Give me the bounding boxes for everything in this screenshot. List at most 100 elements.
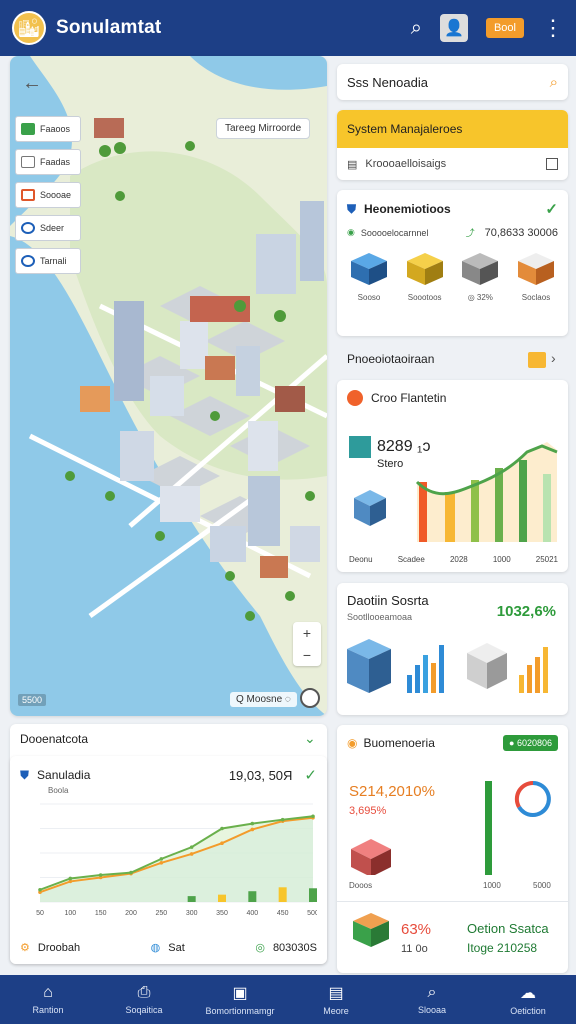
search-bar[interactable]: Sss Nenoadia ⌕ — [337, 64, 568, 100]
rec-item[interactable]: Soootoos — [403, 251, 447, 302]
chart-bar — [309, 888, 317, 902]
chevron-down-icon[interactable]: ⌄ — [304, 730, 316, 747]
header-pill[interactable]: Bool — [485, 18, 524, 38]
legend-item[interactable]: Faaoos — [15, 116, 81, 142]
house-icon — [467, 643, 507, 689]
economy-header: ◉ Buomenoeria ● 6020806 — [347, 735, 558, 751]
document-icon: ⎙ — [137, 984, 151, 1001]
economy-badge[interactable]: ● 6020806 — [503, 735, 558, 751]
legend-item[interactable]: Soooae — [15, 182, 81, 208]
trend-icon: ⤴ — [465, 228, 475, 238]
economy-label-1: Dooos — [349, 881, 373, 890]
economy-label-3: 5000 — [533, 881, 551, 890]
population-header: ⛊ Sanuladia 19,03, 50Я ✓ — [20, 766, 317, 784]
building-icon — [21, 156, 35, 168]
nav-item-more[interactable]: ▤ Meore — [294, 983, 378, 1016]
zoom-in-icon[interactable]: + — [303, 625, 311, 641]
check-icon[interactable]: ✓ — [304, 766, 317, 784]
population-chart: 50 100 150 200 250 300 350 400 450 500 — [36, 803, 317, 917]
map-location-label[interactable]: Q Moosne ◌ — [230, 692, 297, 707]
growth-axis-label: Deonu — [349, 555, 373, 564]
nav-item-management[interactable]: ▣ Bomortionmamgr — [198, 983, 282, 1016]
economy-graphics — [351, 780, 551, 875]
rec-item-label: Soootoos — [407, 293, 442, 302]
toggle-icon[interactable]: ◎ — [255, 941, 265, 954]
nav-item-stats[interactable]: ⎙ Soqaitica — [102, 984, 186, 1015]
zoom-controls: + − — [293, 622, 321, 666]
search-icon[interactable]: ⌕ — [550, 74, 558, 91]
divider — [337, 901, 568, 902]
x-tick-label: 200 — [125, 910, 137, 917]
chart-bar — [218, 894, 226, 902]
x-tick-label: 300 — [186, 910, 198, 917]
nav-label: Slooaa — [417, 1005, 447, 1015]
checkbox-icon[interactable] — [546, 158, 558, 170]
building-icon — [405, 251, 445, 287]
recommendations-sub-value: 70,8633 30006 — [484, 226, 558, 239]
rec-item-label: Soclaos — [521, 293, 551, 302]
growth-chart — [354, 442, 558, 542]
data-point — [38, 887, 42, 892]
data-point — [189, 845, 194, 849]
legend-item[interactable]: Faadas — [15, 149, 81, 175]
zoom-out-icon[interactable]: − — [303, 647, 311, 663]
home-icon: ⌂ — [43, 984, 53, 1001]
chevron-right-icon[interactable]: › — [551, 350, 556, 366]
data-point — [129, 870, 133, 875]
growth-section-badge[interactable] — [528, 352, 546, 368]
data-point — [250, 821, 255, 826]
rec-item[interactable]: Sooso — [347, 251, 391, 302]
legend-item[interactable]: Sdeer — [15, 215, 81, 241]
x-tick-label: 50 — [36, 910, 44, 917]
economy-pct-sub: 11 0o — [401, 943, 428, 955]
bottom-navigation: ⌂ Rantion ⎙ Soqaitica ▣ Bomortionmamgr ▤… — [0, 975, 576, 1024]
x-tick-label: 100 — [64, 910, 76, 917]
more-menu-icon[interactable]: ⋮ — [542, 15, 564, 41]
growth-axis-label: 2028 — [449, 555, 468, 564]
nav-label: Soqaitica — [125, 1005, 163, 1015]
shield-icon: ⛊ — [20, 767, 30, 782]
search-icon[interactable]: ⌕ — [411, 17, 422, 40]
recommendations-subrow: ◉ Sooooelocarnnel ⤴ 70,8633 30006 — [347, 226, 558, 239]
nav-label: Rantion — [32, 1005, 64, 1015]
nav-item-home[interactable]: ⌂ Rantion — [6, 984, 90, 1015]
x-tick-label: 150 — [95, 910, 107, 917]
legend-item[interactable]: Tarnali — [15, 248, 81, 274]
system-row[interactable]: ▤ Kroooaelloisaigs — [337, 148, 568, 180]
user-avatar[interactable]: 👤 — [439, 14, 468, 42]
growth-section-label: Pnoeoiotaoiraan — [347, 352, 435, 366]
system-header[interactable]: System Manajaleroes — [337, 110, 568, 148]
economy-title: Buomenoeria — [363, 736, 435, 750]
gear-icon: ⚙ — [20, 942, 30, 954]
status-dot-icon: ◉ — [347, 227, 355, 237]
nav-item-cloud[interactable]: ☁ Oetiction — [486, 983, 570, 1016]
compass-icon[interactable] — [300, 688, 320, 708]
data-point — [220, 841, 224, 845]
water-icon — [21, 222, 35, 234]
check-icon[interactable]: ✓ — [545, 200, 558, 218]
growth-bar — [419, 482, 427, 542]
data-point — [250, 827, 255, 832]
system-title: System Manajaleroes — [347, 122, 463, 136]
search-icon: ⌕ — [427, 984, 437, 1001]
rec-item[interactable]: Soclaos — [514, 251, 558, 302]
growth-axis-label: 1000 — [492, 555, 511, 564]
top-actions: ⌕ 👤 Bool ⋮ — [411, 14, 564, 42]
app-title: Sonulamtat — [56, 17, 162, 38]
city-map[interactable]: ← Faaoos Faadas Soooae Sdeer Tarnali Tar… — [10, 56, 327, 716]
list-icon: ▤ — [328, 985, 344, 1002]
recommendations-icons: Sooso Soootoos ◎ 32% Soclaos — [347, 251, 558, 302]
transit-icon — [21, 255, 35, 267]
x-tick-label: 350 — [216, 910, 228, 917]
top-app-bar: 🏙 Sonulamtat ⌕ 👤 Bool ⋮ — [0, 0, 576, 56]
chart-bar — [187, 896, 196, 902]
panel-icon: ▣ — [232, 985, 248, 1002]
nav-label: Bomortionmamgr — [205, 1006, 275, 1016]
nav-item-search[interactable]: ⌕ Slooaa — [390, 984, 474, 1015]
map-callout-label[interactable]: Tareeg Mirroorde — [216, 118, 311, 139]
x-tick-label: 250 — [155, 910, 167, 917]
population-foot-left: Droobah — [37, 941, 81, 954]
back-arrow-icon[interactable]: ← — [22, 72, 42, 95]
rec-item[interactable]: ◎ 32% — [458, 251, 502, 302]
legend-label: Sdeer — [40, 223, 65, 233]
